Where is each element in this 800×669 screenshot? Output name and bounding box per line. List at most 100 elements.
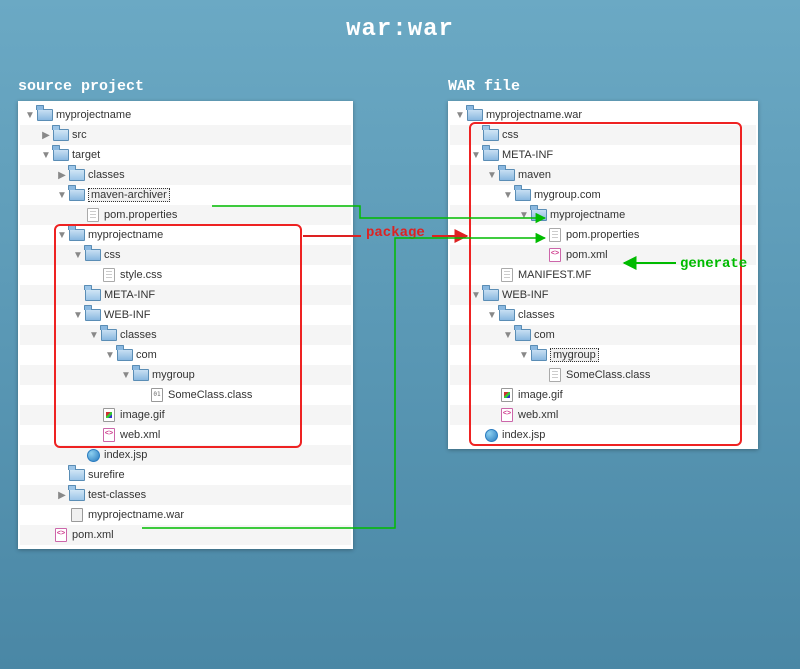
tree-item-label: css [502,129,519,141]
folder-open-icon [68,227,86,243]
expand-down-icon[interactable]: ▼ [40,150,52,161]
tree-item-label: SomeClass.class [566,369,650,381]
tree-item-label: WEB-INF [104,309,150,321]
expand-down-icon[interactable]: ▼ [502,330,514,341]
tree-row[interactable]: ▼web.xml [20,425,351,445]
tree-row[interactable]: ▼ classes [450,305,756,325]
tree-row[interactable]: ▶ test-classes [20,485,351,505]
tree-row[interactable]: ▶ src [20,125,351,145]
file-xml-icon [546,247,564,263]
generate-annotation: generate [680,256,747,272]
tree-row[interactable]: ▼image.gif [450,385,756,405]
tree-row[interactable]: ▼css [450,125,756,145]
tree-item-label: MANIFEST.MF [518,269,591,281]
expand-down-icon[interactable]: ▼ [470,290,482,301]
expand-down-icon[interactable]: ▼ [120,370,132,381]
war-tree-panel: ▼myprojectname.war▼css▼META-INF▼maven▼my… [448,101,758,449]
tree-row[interactable]: ▼index.jsp [20,445,351,465]
tree-row[interactable]: ▶classes [20,165,351,185]
folder-closed-icon [68,487,86,503]
tree-row[interactable]: ▼META-INF [20,285,351,305]
tree-item-label: WEB-INF [502,289,548,301]
tree-row[interactable]: ▼ target [20,145,351,165]
tree-row[interactable]: ▼SomeClass.class [450,365,756,385]
war-file-label: WAR file [448,78,758,95]
expand-down-icon[interactable]: ▼ [24,110,36,121]
tree-row[interactable]: ▼ myprojectname [20,225,351,245]
tree-row[interactable]: ▼ mygroup [20,365,351,385]
file-web-icon [84,447,102,463]
expand-down-icon[interactable]: ▼ [486,170,498,181]
tree-item-label: test-classes [88,489,146,501]
expand-down-icon[interactable]: ▼ [518,210,530,221]
folder-open-icon [68,187,86,203]
expand-down-icon[interactable]: ▼ [72,310,84,321]
tree-item-label: src [72,129,87,141]
source-project-label: source project [18,78,353,95]
tree-row[interactable]: ▼mygroup [450,345,756,365]
tree-item-label: com [136,349,157,361]
tree-row[interactable]: ▼css [20,245,351,265]
expand-right-icon[interactable]: ▶ [56,170,68,181]
tree-row[interactable]: ▼myprojectname [450,205,756,225]
expand-down-icon[interactable]: ▼ [470,150,482,161]
tree-row[interactable]: ▼ mygroup.com [450,185,756,205]
tree-row[interactable]: ▼image.gif [20,405,351,425]
folder-open-icon [530,207,548,223]
file-xml-icon [498,407,516,423]
tree-item-label: META-INF [502,149,553,161]
tree-row[interactable]: ▼ maven [450,165,756,185]
expand-down-icon[interactable]: ▼ [72,250,84,261]
folder-open-icon [100,327,118,343]
source-tree: ▼myprojectname▶src▼target▶classes▼maven-… [20,105,351,545]
folder-open-icon [498,167,516,183]
tree-item-label: pom.properties [566,229,639,241]
tree-row[interactable]: ▼pom.properties [450,225,756,245]
expand-right-icon[interactable]: ▶ [56,490,68,501]
tree-item-label: classes [518,309,555,321]
tree-item-label: mygroup.com [534,189,601,201]
tree-item-label: SomeClass.class [168,389,252,401]
folder-open-icon [116,347,134,363]
tree-row[interactable]: ▼maven-archiver [20,185,351,205]
expand-right-icon[interactable]: ▶ [40,130,52,141]
package-annotation: package [366,225,425,241]
source-project-panel: source project ▼myprojectname▶src▼target… [18,78,353,549]
expand-down-icon[interactable]: ▼ [518,350,530,361]
tree-row[interactable]: ▼ com [20,345,351,365]
expand-down-icon[interactable]: ▼ [454,110,466,121]
tree-item-label: web.xml [518,409,558,421]
folder-open-icon [482,287,500,303]
expand-down-icon[interactable]: ▼ [56,230,68,241]
tree-row[interactable]: ▼ classes [20,325,351,345]
tree-item-label: maven [518,169,551,181]
tree-item-label: myprojectname [88,229,163,241]
folder-closed-icon [68,167,86,183]
expand-down-icon[interactable]: ▼ [486,310,498,321]
tree-item-label: target [72,149,100,161]
tree-item-label: META-INF [104,289,155,301]
tree-row[interactable]: ▼SomeClass.class [20,385,351,405]
tree-row[interactable]: ▼myprojectname.war [20,505,351,525]
tree-row[interactable]: ▼pom.properties [20,205,351,225]
tree-row[interactable]: ▼surefire [20,465,351,485]
expand-down-icon[interactable]: ▼ [104,350,116,361]
tree-row[interactable]: ▼web.xml [450,405,756,425]
tree-row[interactable]: ▼index.jsp [450,425,756,445]
tree-row[interactable]: ▼myprojectname [20,105,351,125]
tree-row[interactable]: ▼com [450,325,756,345]
file-icon [546,367,564,383]
expand-down-icon[interactable]: ▼ [56,190,68,201]
tree-row[interactable]: ▼ WEB-INF [450,285,756,305]
tree-row[interactable]: ▼pom.xml [20,525,351,545]
tree-item-label: classes [120,329,157,341]
tree-row[interactable]: ▼style.css [20,265,351,285]
page-title: war:war [0,0,800,53]
tree-item-label: mygroup [152,369,195,381]
expand-down-icon[interactable]: ▼ [88,330,100,341]
tree-row[interactable]: ▼ WEB-INF [20,305,351,325]
folder-open-icon [36,107,54,123]
tree-row[interactable]: ▼myprojectname.war [450,105,756,125]
tree-row[interactable]: ▼ META-INF [450,145,756,165]
expand-down-icon[interactable]: ▼ [502,190,514,201]
